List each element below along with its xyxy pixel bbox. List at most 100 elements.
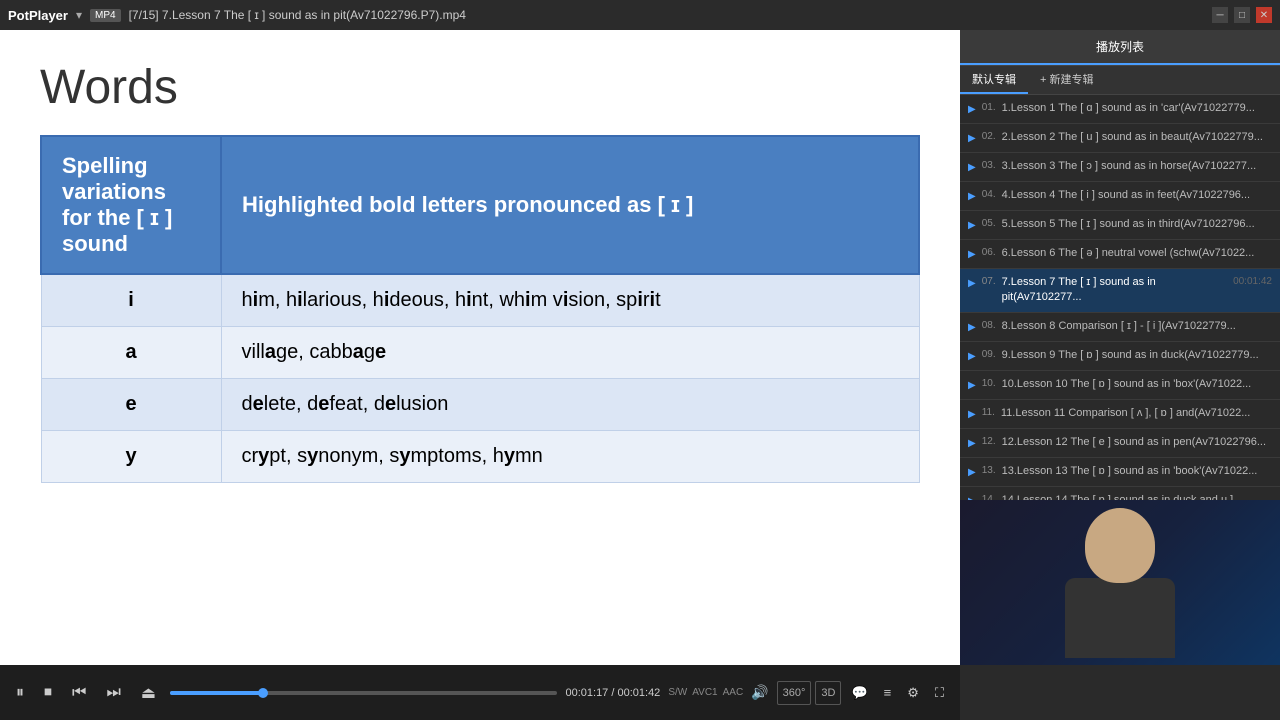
play-triangle-icon: ▶ [968, 437, 976, 451]
item-label: 10.Lesson 10 The [ ɒ ] sound as in 'box'… [1002, 377, 1272, 392]
item-label: 1.Lesson 1 The [ ɑ ] sound as in 'car'(A… [1002, 101, 1272, 116]
table-body: ihim, hilarious, hideous, hint, whim vis… [41, 274, 919, 483]
playlist: ▶ 01. 1.Lesson 1 The [ ɑ ] sound as in 'ca… [960, 95, 1280, 555]
play-triangle-icon: ▶ [968, 161, 976, 175]
item-label: 9.Lesson 9 The [ ɒ ] sound as in duck(Av… [1002, 348, 1272, 363]
subtitle-button[interactable]: 💬 [845, 681, 873, 705]
playlist-button[interactable]: ≡ [878, 681, 898, 705]
person-head [1085, 508, 1155, 583]
dropdown-icon[interactable]: ▾ [76, 8, 82, 22]
playlist-item[interactable]: ▶ 09. 9.Lesson 9 The [ ɒ ] sound as in duc… [960, 342, 1280, 371]
play-triangle-icon: ▶ [968, 350, 976, 364]
tab-playlist[interactable]: 播放列表 [960, 30, 1280, 65]
play-triangle-icon: ▶ [968, 190, 976, 204]
table-header-words: Highlighted bold letters pronounced as [… [221, 136, 919, 274]
progress-bar[interactable] [170, 691, 558, 695]
fullscreen-button[interactable]: ⛶ [929, 681, 950, 705]
play-triangle-icon: ▶ [968, 103, 976, 117]
item-number: 12. [982, 435, 996, 449]
eject-button[interactable]: ⏏ [135, 679, 162, 707]
item-number: 05. [982, 217, 996, 231]
playlist-item[interactable]: ▶13.13.Lesson 13 The [ ɒ ] sound as in '… [960, 458, 1280, 487]
current-time: 00:01:17 [565, 687, 608, 699]
play-triangle-icon: ▶ [968, 466, 976, 480]
item-label: 2.Lesson 2 The [ u ] sound as in beaut(A… [1002, 130, 1272, 145]
play-triangle-icon: ▶ [968, 219, 976, 233]
playlist-item[interactable]: ▶10.10.Lesson 10 The [ ɒ ] sound as in '… [960, 371, 1280, 400]
progress-fill [170, 691, 263, 695]
item-label: 6.Lesson 6 The [ ə ] neutral vowel (schw… [1002, 246, 1272, 261]
3d-button[interactable]: 3D [815, 681, 841, 705]
playlist-item[interactable]: ▶ 12. 12.Lesson 12 The [ e ] sound as in p… [960, 429, 1280, 458]
words-cell: delete, defeat, delusion [221, 379, 919, 431]
item-number: 11. [982, 406, 995, 420]
video-content: Words Spelling variations for the [ ɪ ] … [0, 30, 960, 665]
main-layout: Words Spelling variations for the [ ɪ ] … [0, 30, 1280, 720]
playlist-item[interactable]: ▶ 05. 5.Lesson 5 The [ ɪ ] sound as in thi… [960, 211, 1280, 240]
spelling-table: Spelling variations for the [ ɪ ] sound … [40, 135, 920, 483]
item-label: 8.Lesson 8 Comparison [ ɪ ] - [ i ](Av71… [1002, 319, 1272, 334]
next-button[interactable]: ⏭ [100, 680, 126, 706]
words-cell: village, cabbage [221, 327, 919, 379]
playlist-item[interactable]: ▶ 08. 8.Lesson 8 Comparison [ ɪ ] - [ i ](… [960, 313, 1280, 342]
titlebar: PotPlayer ▾ MP4 [7/15] 7.Lesson 7 The [ … [0, 0, 1280, 30]
item-label: 3.Lesson 3 The [ ɔ ] sound as in horse(A… [1002, 159, 1272, 174]
spelling-cell: e [41, 379, 221, 431]
play-triangle-icon: ▶ [968, 132, 976, 146]
playlist-item[interactable]: ▶06.6.Lesson 6 The [ ə ] neutral vowel (… [960, 240, 1280, 269]
video-area: Words Spelling variations for the [ ɪ ] … [0, 30, 960, 720]
codec-info: S/W AVC1 AAC [668, 687, 743, 698]
video-filename: [7/15] 7.Lesson 7 The [ ɪ ] sound as in … [129, 8, 466, 22]
playlist-item[interactable]: ▶ 04. 4.Lesson 4 The [ i ] sound as in fee… [960, 182, 1280, 211]
maximize-button[interactable]: □ [1234, 7, 1250, 23]
minimize-button[interactable]: ─ [1212, 7, 1228, 23]
person-silhouette [1050, 508, 1190, 658]
item-label: 12.Lesson 12 The [ e ] sound as in pen(A… [1002, 435, 1272, 450]
play-triangle-icon: ▶ [968, 277, 976, 291]
item-number: 01. [982, 101, 996, 115]
play-triangle-icon: ▶ [968, 248, 976, 262]
time-display: 00:01:17 / 00:01:42 [565, 687, 660, 699]
titlebar-left: PotPlayer ▾ MP4 [7/15] 7.Lesson 7 The [ … [8, 8, 466, 23]
play-triangle-icon: ▶ [968, 321, 976, 335]
app-logo: PotPlayer [8, 8, 68, 23]
play-triangle-icon: ▶ [968, 408, 976, 422]
subtab-new-album[interactable]: + 新建专辑 [1028, 66, 1105, 94]
item-number: 09. [982, 348, 996, 362]
item-label: 13.Lesson 13 The [ ɒ ] sound as in 'book… [1002, 464, 1272, 479]
video-controls: ⏸ ⏹ ⏮ ⏭ ⏏ 00:01:17 / 00:01:42 S/W AVC1 A… [0, 665, 960, 720]
item-label: 5.Lesson 5 The [ ɪ ] sound as in third(A… [1002, 217, 1272, 232]
item-number: 08. [982, 319, 996, 333]
settings-button[interactable]: ⚙ [901, 681, 925, 705]
item-number: 07. [982, 275, 996, 289]
words-cell: him, hilarious, hideous, hint, whim visi… [221, 274, 919, 327]
playlist-item[interactable]: ▶ 01. 1.Lesson 1 The [ ɑ ] sound as in 'ca… [960, 95, 1280, 124]
subtab-default-album[interactable]: 默认专辑 [960, 66, 1028, 94]
item-label: 4.Lesson 4 The [ i ] sound as in feet(Av… [1002, 188, 1272, 203]
playlist-item[interactable]: ▶ 11. 11.Lesson 11 Comparison [ ʌ ], [ ɒ ]… [960, 400, 1280, 429]
words-cell: crypt, synonym, symptoms, hymn [221, 431, 919, 483]
item-label: 7.Lesson 7 The [ ɪ ] sound as in pit(Av7… [1002, 275, 1227, 306]
playlist-item[interactable]: ▶ 03. 3.Lesson 3 The [ ɔ ] sound as in hor… [960, 153, 1280, 182]
progress-dot [258, 688, 268, 698]
playlist-item[interactable]: ▶ 02. 2.Lesson 2 The [ u ] sound as in bea… [960, 124, 1280, 153]
right-controls: 360° 3D 💬 ≡ ⚙ ⛶ [777, 681, 950, 705]
item-number: 02. [982, 130, 996, 144]
360-button[interactable]: 360° [777, 681, 812, 705]
webcam-background [960, 500, 1280, 665]
sidebar-tabs: 播放列表 [960, 30, 1280, 66]
playlist-item[interactable]: ▶ 07. 7.Lesson 7 The [ ɪ ] sound as in pit… [960, 269, 1280, 313]
item-number: 03. [982, 159, 996, 173]
item-label: 11.Lesson 11 Comparison [ ʌ ], [ ɒ ] and… [1001, 406, 1272, 421]
table-header-spelling: Spelling variations for the [ ɪ ] sound [41, 136, 221, 274]
slide-title: Words [40, 60, 920, 115]
spelling-cell: i [41, 274, 221, 327]
stop-button[interactable]: ⏹ [38, 680, 58, 706]
close-button[interactable]: ✕ [1256, 7, 1272, 23]
item-number: 04. [982, 188, 996, 202]
person-body [1065, 578, 1175, 658]
prev-button[interactable]: ⏮ [66, 680, 92, 706]
item-time: 00:01:42 [1233, 275, 1272, 289]
format-badge: MP4 [90, 9, 121, 22]
play-pause-button[interactable]: ⏸ [10, 680, 30, 706]
